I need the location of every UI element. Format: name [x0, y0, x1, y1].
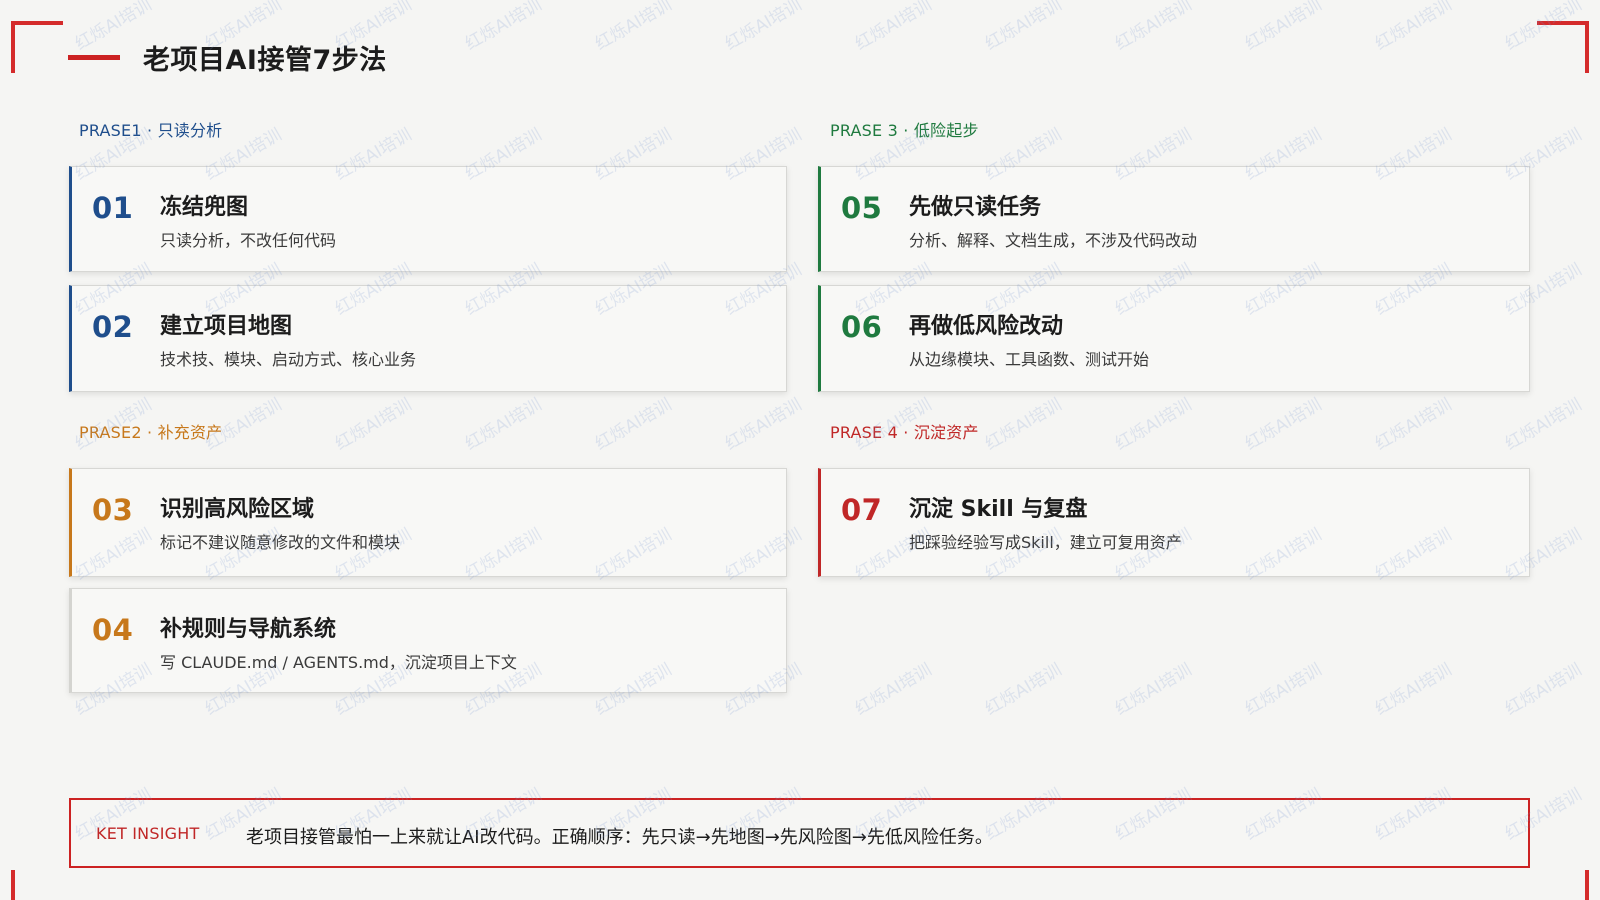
watermark-text: 红烁AI培训 — [461, 394, 546, 455]
step-description: 写 CLAUDE.md / AGENTS.md，沉淀项目上下文 — [160, 653, 517, 672]
step-description: 标记不建议随意修改的文件和模块 — [160, 533, 401, 552]
watermark-layer: 红烁AI培训 红烁AI培训 红烁AI培训 红烁AI培训 红烁AI培训 红烁AI培训 红烁AI… — [0, 0, 1600, 900]
phase-label-3: PRASE 3 · 低险起步 — [830, 121, 979, 140]
watermark-text: 红烁AI培训 — [1111, 0, 1196, 55]
phase-label-4: PRASE 4 · 沉淀资产 — [830, 423, 979, 442]
watermark-text: 红烁AI培训 — [1241, 659, 1326, 720]
step-title: 补规则与导航系统 — [160, 617, 337, 642]
step-card-06: 06 再做低风险改动 从边缘模块、工具函数、测试开始 — [818, 285, 1530, 392]
phase-label-1: PRASE1 · 只读分析 — [79, 121, 223, 140]
watermark-text: 红烁AI培训 — [851, 659, 936, 720]
watermark-text: 红烁AI培训 — [461, 0, 546, 55]
watermark-text: 红烁AI培训 — [1371, 0, 1456, 55]
step-number: 06 — [841, 310, 883, 344]
title-accent-bar — [68, 55, 120, 60]
step-description: 从边缘模块、工具函数、测试开始 — [909, 350, 1150, 369]
step-card-02: 02 建立项目地图 技术技、模块、启动方式、核心业务 — [69, 285, 787, 392]
watermark-text: 红烁AI培训 — [591, 394, 676, 455]
step-description: 只读分析，不改任何代码 — [160, 231, 337, 250]
watermark-text: 红烁AI培训 — [1371, 659, 1456, 720]
step-card-01: 01 冻结兜图 只读分析，不改任何代码 — [69, 166, 787, 272]
watermark-text: 红烁AI培训 — [981, 659, 1066, 720]
step-title: 建立项目地图 — [160, 314, 293, 339]
key-insight-label: KET INSIGHT — [96, 824, 200, 843]
step-card-04: 04 补规则与导航系统 写 CLAUDE.md / AGENTS.md，沉淀项目… — [69, 588, 787, 693]
watermark-text: 红烁AI培训 — [1241, 394, 1326, 455]
step-description: 分析、解释、文档生成，不涉及代码改动 — [909, 231, 1198, 250]
key-insight-box: KET INSIGHT 老项目接管最怕一上来就让AI改代码。正确顺序：先只读→先… — [69, 798, 1530, 868]
watermark-text: 红烁AI培训 — [1501, 394, 1586, 455]
step-number: 07 — [841, 493, 883, 527]
step-card-07: 07 沉淀 Skill 与复盘 把踩验经验写成Skill，建立可复用资产 — [818, 468, 1530, 577]
corner-bracket-top-right — [1537, 21, 1589, 73]
watermark-text: 红烁AI培训 — [981, 0, 1066, 55]
watermark-text: 红烁AI培训 — [1241, 0, 1326, 55]
slide: 老项目AI接管7步法 PRASE1 · 只读分析 PRASE2 · 补充资产 P… — [0, 0, 1600, 900]
corner-bracket-bottom-left — [11, 870, 15, 900]
step-description: 把踩验经验写成Skill，建立可复用资产 — [909, 533, 1182, 552]
step-number: 01 — [92, 191, 134, 225]
step-number: 02 — [92, 310, 134, 344]
step-number: 04 — [92, 613, 134, 647]
step-number: 05 — [841, 191, 883, 225]
watermark-text: 红烁AI培训 — [1371, 394, 1456, 455]
step-title: 冻结兜图 — [160, 195, 249, 220]
step-number: 03 — [92, 493, 134, 527]
step-title: 先做只读任务 — [909, 195, 1042, 220]
step-card-05: 05 先做只读任务 分析、解释、文档生成，不涉及代码改动 — [818, 166, 1530, 272]
step-title: 识别高风险区域 — [160, 497, 315, 522]
watermark-text: 红烁AI培训 — [981, 394, 1066, 455]
key-insight-text: 老项目接管最怕一上来就让AI改代码。正确顺序：先只读→先地图→先风险图→先低风险… — [246, 827, 993, 848]
corner-bracket-bottom-right — [1585, 870, 1589, 900]
step-description: 技术技、模块、启动方式、核心业务 — [160, 350, 417, 369]
watermark-text: 红烁AI培训 — [591, 0, 676, 55]
watermark-text: 红烁AI培训 — [1501, 659, 1586, 720]
watermark-text: 红烁AI培训 — [1111, 659, 1196, 720]
step-title: 沉淀 Skill 与复盘 — [909, 497, 1088, 522]
phase-label-2: PRASE2 · 补充资产 — [79, 423, 223, 442]
watermark-text: 红烁AI培训 — [721, 394, 806, 455]
step-title: 再做低风险改动 — [909, 314, 1064, 339]
watermark-text: 红烁AI培训 — [1111, 394, 1196, 455]
watermark-text: 红烁AI培训 — [331, 394, 416, 455]
step-card-03: 03 识别高风险区域 标记不建议随意修改的文件和模块 — [69, 468, 787, 577]
corner-bracket-top-left — [11, 21, 63, 73]
watermark-text: 红烁AI培训 — [721, 0, 806, 55]
page-title: 老项目AI接管7步法 — [143, 45, 387, 76]
watermark-text: 红烁AI培训 — [851, 0, 936, 55]
